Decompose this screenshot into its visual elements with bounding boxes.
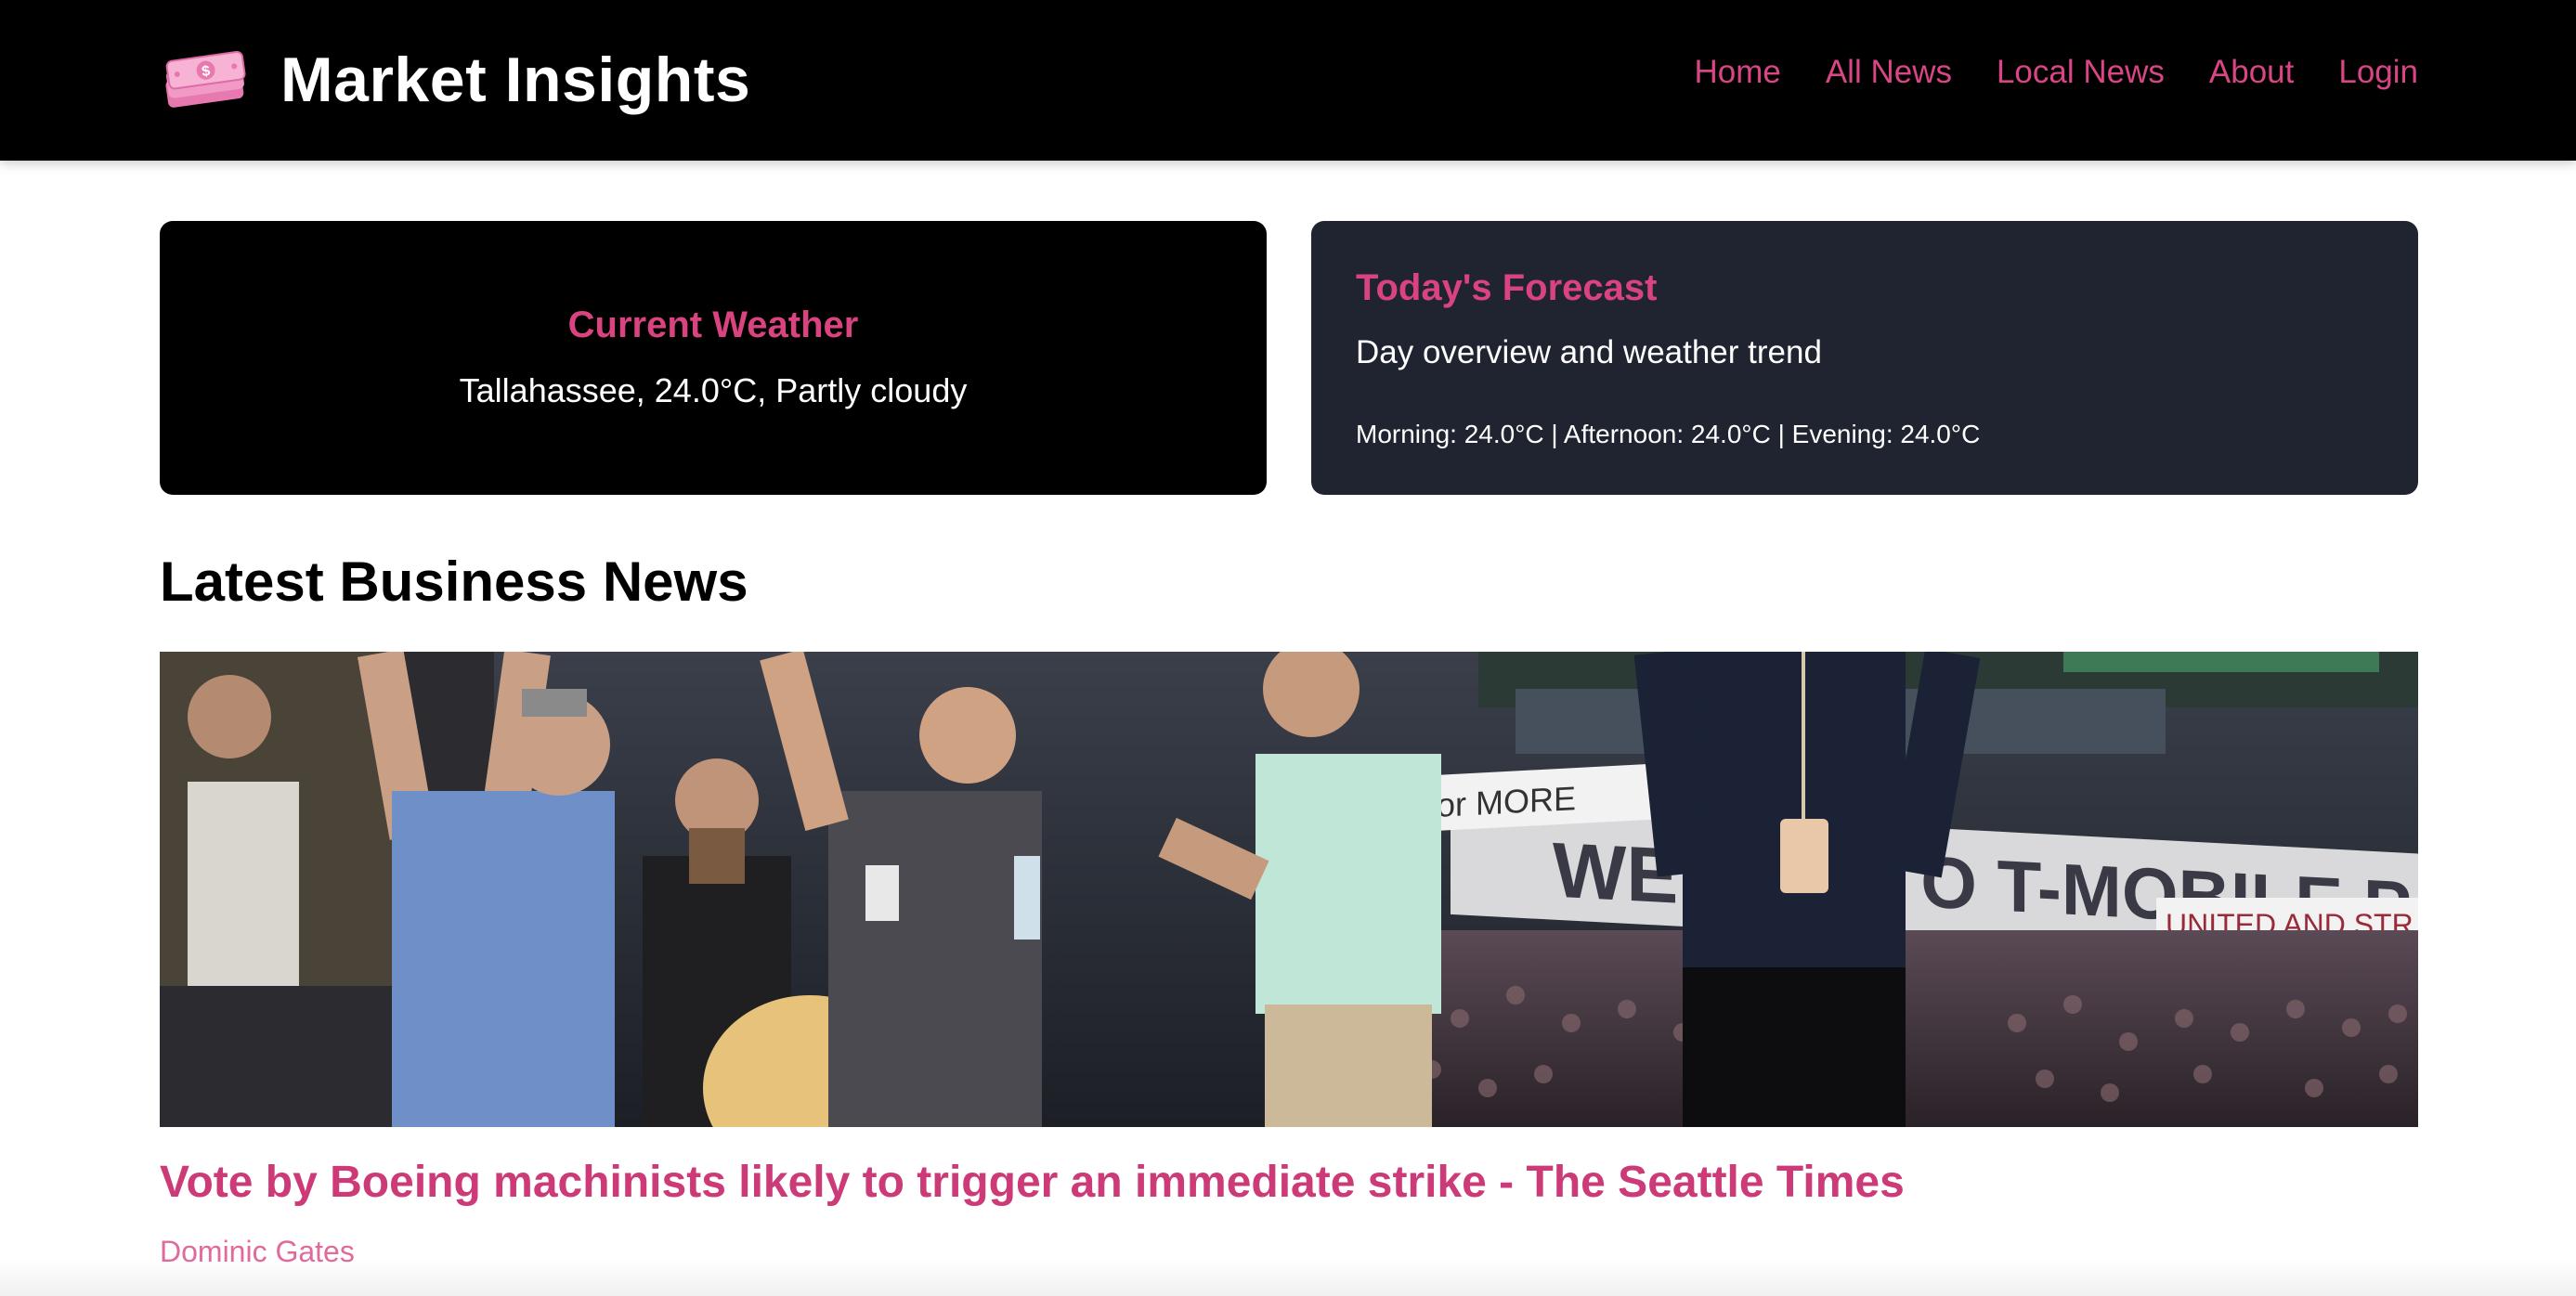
main-nav: Home All News Local News About Login — [1694, 0, 2418, 144]
forecast-subtitle: Day overview and weather trend — [1356, 334, 1822, 370]
bottom-shadow — [0, 1259, 2576, 1296]
nav-all-news[interactable]: All News — [1826, 54, 1952, 91]
nav-login[interactable]: Login — [2338, 54, 2418, 91]
site-header: $ Market Insights Home All News Local Ne… — [0, 0, 2576, 161]
brand[interactable]: $ Market Insights — [160, 33, 750, 126]
forecast-card: Today's Forecast Day overview and weathe… — [1311, 221, 2418, 495]
nav-local-news[interactable]: Local News — [1997, 54, 2165, 91]
money-stack-icon: $ — [165, 50, 246, 108]
current-weather-card: Current Weather Tallahassee, 24.0°C, Par… — [160, 221, 1267, 495]
forecast-title: Today's Forecast — [1356, 267, 1658, 308]
current-weather-title: Current Weather — [567, 305, 859, 345]
article-image[interactable]: WE TO T-MOBILE PAR for MORE UNITED AND S… — [160, 652, 2418, 1127]
news-section-heading: Latest Business News — [160, 551, 748, 613]
sign-left-text: for MORE — [1427, 779, 1576, 824]
site-title: Market Insights — [280, 45, 751, 115]
article-title-link[interactable]: Vote by Boeing machinists likely to trig… — [160, 1157, 1905, 1208]
nav-about[interactable]: About — [2209, 54, 2294, 91]
stadium-crowd-photo: WE TO T-MOBILE PAR for MORE UNITED AND S… — [160, 652, 2418, 1127]
forecast-detail: Morning: 24.0°C | Afternoon: 24.0°C | Ev… — [1356, 420, 1981, 448]
article-author: Dominic Gates — [160, 1235, 355, 1268]
nav-home[interactable]: Home — [1694, 54, 1780, 91]
current-weather-text: Tallahassee, 24.0°C, Partly cloudy — [459, 371, 968, 409]
